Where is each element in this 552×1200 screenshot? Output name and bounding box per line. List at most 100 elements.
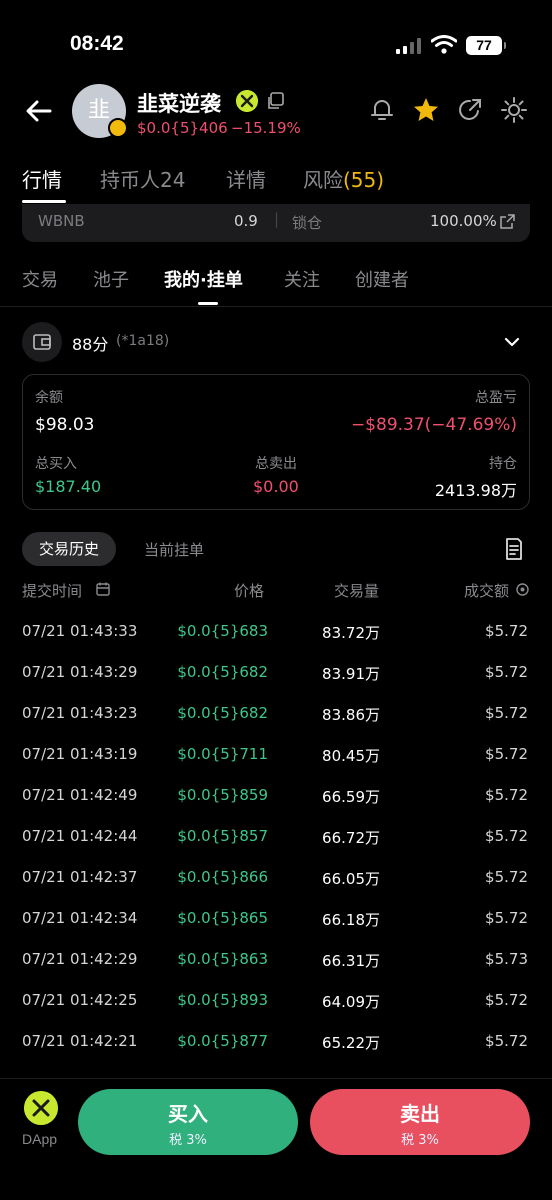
subtab-pools[interactable]: 池子 bbox=[93, 266, 129, 292]
verified-icon bbox=[236, 90, 258, 112]
header-price: 价格 bbox=[234, 582, 265, 600]
row-amount: $5.72 bbox=[485, 622, 528, 640]
table-row[interactable]: 07/21 01:42:29 $0.0{5}863 66.31万 $5.73 bbox=[22, 940, 530, 981]
row-amount: $5.73 bbox=[485, 950, 528, 968]
table-header: 提交时间 价格 交易量 成交额 bbox=[22, 580, 530, 604]
balance-value: $98.03 bbox=[35, 415, 95, 435]
subtab-watch[interactable]: 关注 bbox=[284, 266, 320, 292]
row-amount: $5.72 bbox=[485, 868, 528, 886]
wallet-selector[interactable]: 88分 (*1a18) bbox=[22, 322, 530, 362]
holding-label: 持仓 bbox=[489, 456, 517, 472]
row-amount: $5.72 bbox=[485, 1032, 528, 1050]
external-link-icon[interactable] bbox=[500, 214, 515, 229]
peek-value: 0.9 bbox=[234, 212, 258, 230]
row-price: $0.0{5}877 bbox=[177, 1032, 268, 1050]
active-tab-indicator bbox=[22, 200, 66, 203]
tab-open-orders[interactable]: 当前挂单 bbox=[144, 539, 204, 560]
row-amount: $5.72 bbox=[485, 745, 528, 763]
row-time: 07/21 01:43:19 bbox=[22, 745, 138, 763]
row-price: $0.0{5}857 bbox=[177, 827, 268, 845]
table-row[interactable]: 07/21 01:43:29 $0.0{5}682 83.91万 $5.72 bbox=[22, 653, 530, 694]
row-volume: 83.91万 bbox=[322, 665, 380, 683]
peek-lock-value: 100.00% bbox=[430, 212, 497, 230]
header-volume: 交易量 bbox=[334, 582, 380, 600]
row-price: $0.0{5}866 bbox=[177, 868, 268, 886]
row-price: $0.0{5}863 bbox=[177, 950, 268, 968]
row-time: 07/21 01:42:21 bbox=[22, 1032, 138, 1050]
status-time: 08:42 bbox=[70, 32, 124, 55]
row-volume: 66.05万 bbox=[322, 870, 380, 888]
row-time: 07/21 01:42:37 bbox=[22, 868, 138, 886]
row-price: $0.0{5}865 bbox=[177, 909, 268, 927]
row-price: $0.0{5}711 bbox=[177, 745, 268, 763]
tab-market[interactable]: 行情 bbox=[22, 164, 62, 193]
row-volume: 65.22万 bbox=[322, 1034, 380, 1052]
doc-list-icon[interactable] bbox=[504, 538, 524, 560]
balance-label: 余额 bbox=[35, 390, 63, 406]
row-amount: $5.72 bbox=[485, 991, 528, 1009]
row-volume: 66.59万 bbox=[322, 788, 380, 806]
sub-tabs: 交易 池子 我的·挂单 关注 创建者 bbox=[0, 266, 552, 306]
header-amount: 成交额 bbox=[464, 582, 510, 600]
wallet-icon-container bbox=[22, 322, 62, 362]
section-divider bbox=[0, 306, 552, 307]
subtab-my-orders[interactable]: 我的·挂单 bbox=[164, 266, 243, 292]
table-row[interactable]: 07/21 01:42:49 $0.0{5}859 66.59万 $5.72 bbox=[22, 776, 530, 817]
star-icon[interactable] bbox=[412, 96, 440, 124]
table-row[interactable]: 07/21 01:43:33 $0.0{5}683 83.72万 $5.72 bbox=[22, 612, 530, 653]
history-tabs: 交易历史 当前挂单 bbox=[22, 532, 530, 566]
table-row[interactable]: 07/21 01:42:34 $0.0{5}865 66.18万 $5.72 bbox=[22, 899, 530, 940]
risk-count: (55) bbox=[343, 168, 385, 192]
row-amount: $5.72 bbox=[485, 663, 528, 681]
header-time: 提交时间 bbox=[22, 582, 83, 600]
tab-risk-label: 风险 bbox=[303, 168, 343, 192]
wifi-icon bbox=[431, 35, 457, 54]
main-tabs: 行情 持币人24 详情 风险(55) bbox=[0, 164, 552, 204]
token-header: 韭 韭菜逆袭 $0.0{5}406 −15.19% bbox=[0, 82, 552, 142]
buy-button[interactable]: 买入 税 3% bbox=[78, 1089, 298, 1155]
table-row[interactable]: 07/21 01:42:25 $0.0{5}893 64.09万 $5.72 bbox=[22, 981, 530, 1022]
subtab-trades[interactable]: 交易 bbox=[22, 266, 58, 292]
table-row[interactable]: 07/21 01:42:44 $0.0{5}857 66.72万 $5.72 bbox=[22, 817, 530, 858]
table-row[interactable]: 07/21 01:43:19 $0.0{5}711 80.45万 $5.72 bbox=[22, 735, 530, 776]
row-price: $0.0{5}682 bbox=[177, 704, 268, 722]
chain-badge-icon bbox=[108, 118, 128, 138]
copy-icon[interactable] bbox=[266, 92, 284, 110]
row-time: 07/21 01:42:34 bbox=[22, 909, 138, 927]
calendar-icon[interactable] bbox=[96, 582, 110, 596]
cellular-signal-icon bbox=[396, 38, 422, 54]
tab-holders[interactable]: 持币人24 bbox=[100, 164, 185, 193]
bell-icon[interactable] bbox=[368, 96, 396, 124]
table-row[interactable]: 07/21 01:43:23 $0.0{5}682 83.86万 $5.72 bbox=[22, 694, 530, 735]
status-bar: 08:42 77 bbox=[0, 0, 552, 90]
sell-button[interactable]: 卖出 税 3% bbox=[310, 1089, 530, 1155]
peek-lock-label: 锁仓 bbox=[292, 214, 323, 232]
table-row[interactable]: 07/21 01:42:37 $0.0{5}866 66.05万 $5.72 bbox=[22, 858, 530, 899]
target-icon[interactable] bbox=[516, 583, 529, 596]
sell-tax-label: 税 3% bbox=[401, 1133, 439, 1148]
tab-details[interactable]: 详情 bbox=[226, 164, 266, 193]
back-arrow-icon[interactable] bbox=[24, 96, 54, 126]
active-subtab-indicator bbox=[198, 302, 218, 305]
row-volume: 83.86万 bbox=[322, 706, 380, 724]
chevron-down-icon[interactable] bbox=[502, 332, 522, 352]
row-volume: 66.18万 bbox=[322, 911, 380, 929]
token-price: $0.0{5}406 bbox=[137, 119, 228, 137]
trade-history-table: 07/21 01:43:33 $0.0{5}683 83.72万 $5.72 07/21… bbox=[22, 612, 530, 1063]
subtab-creator[interactable]: 创建者 bbox=[355, 266, 409, 292]
position-stats-card: 余额 总盈亏 $98.03 −$89.37(−47.69%) 总买入 总卖出 持… bbox=[22, 374, 530, 510]
settings-icon[interactable] bbox=[500, 96, 528, 124]
row-price: $0.0{5}683 bbox=[177, 622, 268, 640]
share-icon[interactable] bbox=[456, 96, 484, 124]
row-price: $0.0{5}682 bbox=[177, 663, 268, 681]
pnl-label: 总盈亏 bbox=[475, 390, 517, 406]
tab-risk[interactable]: 风险(55) bbox=[303, 164, 384, 193]
tab-trade-history[interactable]: 交易历史 bbox=[22, 532, 116, 566]
row-volume: 66.31万 bbox=[322, 952, 380, 970]
dapp-logo-icon[interactable] bbox=[24, 1091, 58, 1125]
row-price: $0.0{5}893 bbox=[177, 991, 268, 1009]
wallet-address: (*1a18) bbox=[116, 333, 170, 349]
buy-tax-label: 税 3% bbox=[169, 1133, 207, 1148]
table-row[interactable]: 07/21 01:42:21 $0.0{5}877 65.22万 $5.72 bbox=[22, 1022, 530, 1063]
total-sell-value: $0.00 bbox=[253, 477, 299, 496]
